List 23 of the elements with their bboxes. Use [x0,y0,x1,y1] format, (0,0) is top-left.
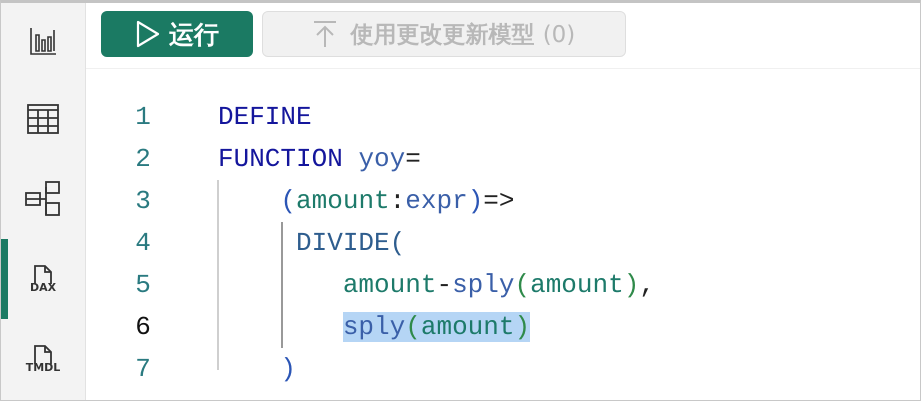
code-line: FUNCTION yoy= [218,144,421,174]
run-button[interactable]: 运行 [101,11,253,57]
hierarchy-icon [25,181,61,217]
line-number: 3 [134,186,152,216]
line-number: 5 [134,270,152,300]
code-editor[interactable]: 1 DEFINE 2 FUNCTION yoy= 3 (amount:expr)=> 4 DIVIDE( 5 amount-sply(amount), 6 sply(amount) 7 ) [86,69,920,390]
line-number: 7 [134,354,152,384]
code-line: (amount:expr)=> [279,186,515,216]
bar-chart-icon [29,27,57,55]
line-number: 2 [134,144,152,174]
play-icon [135,20,161,48]
line-number: 1 [134,102,152,132]
sidebar-item[interactable]: DAX [1,239,85,319]
sidebar-item[interactable]: TMDL [1,319,85,399]
upload-icon [312,20,337,48]
line-number: 6 [134,312,152,342]
code-line: DIVIDE( [295,228,406,258]
code-line: DEFINE [218,102,312,132]
code-line: amount-sply(amount), [342,270,655,300]
code-line: sply(amount) [342,312,530,342]
code-line: ) [279,354,296,384]
table-icon [27,104,59,134]
line-number: 4 [134,228,152,258]
